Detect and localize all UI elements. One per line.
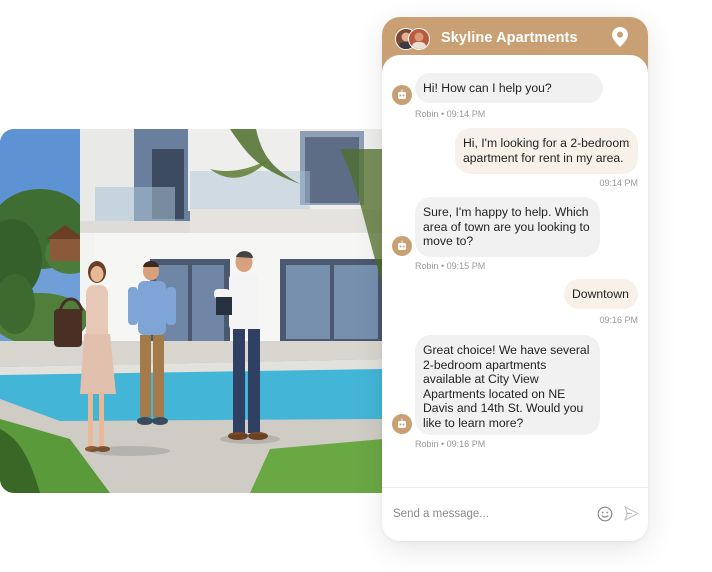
bot-message: Sure, I'm happy to help. Which area of t… bbox=[415, 197, 600, 257]
message-meta: 09:16 PM bbox=[599, 315, 638, 325]
location-pin-icon[interactable] bbox=[612, 27, 628, 47]
chat-widget: Skyline Apartments Hi! How can I help yo… bbox=[382, 17, 648, 541]
message-composer bbox=[382, 487, 648, 541]
send-icon[interactable] bbox=[624, 506, 639, 521]
message-meta: 09:14 PM bbox=[599, 178, 638, 188]
robot-icon bbox=[396, 240, 408, 252]
bot-avatar bbox=[392, 85, 412, 105]
emoji-icon[interactable] bbox=[597, 506, 613, 522]
message-meta: Robin • 09:15 PM bbox=[415, 261, 485, 271]
bot-avatar bbox=[392, 236, 412, 256]
user-message: Downtown bbox=[564, 279, 638, 309]
agent-avatars bbox=[395, 28, 431, 50]
message-list: Hi! How can I help you? Robin • 09:14 PM… bbox=[382, 55, 648, 488]
agent-avatar bbox=[408, 28, 430, 50]
message-meta: Robin • 09:16 PM bbox=[415, 439, 485, 449]
bot-avatar bbox=[392, 414, 412, 434]
user-message: Hi, I'm looking for a 2-bedroom apartmen… bbox=[455, 128, 638, 174]
message-input[interactable] bbox=[391, 500, 585, 528]
message-meta: Robin • 09:14 PM bbox=[415, 109, 485, 119]
bot-message: Great choice! We have several 2-bedroom … bbox=[415, 335, 600, 435]
real-estate-photo bbox=[0, 129, 384, 493]
bot-message: Hi! How can I help you? bbox=[415, 73, 603, 103]
robot-icon bbox=[396, 89, 408, 101]
chat-title: Skyline Apartments bbox=[441, 30, 578, 46]
robot-icon bbox=[396, 418, 408, 430]
